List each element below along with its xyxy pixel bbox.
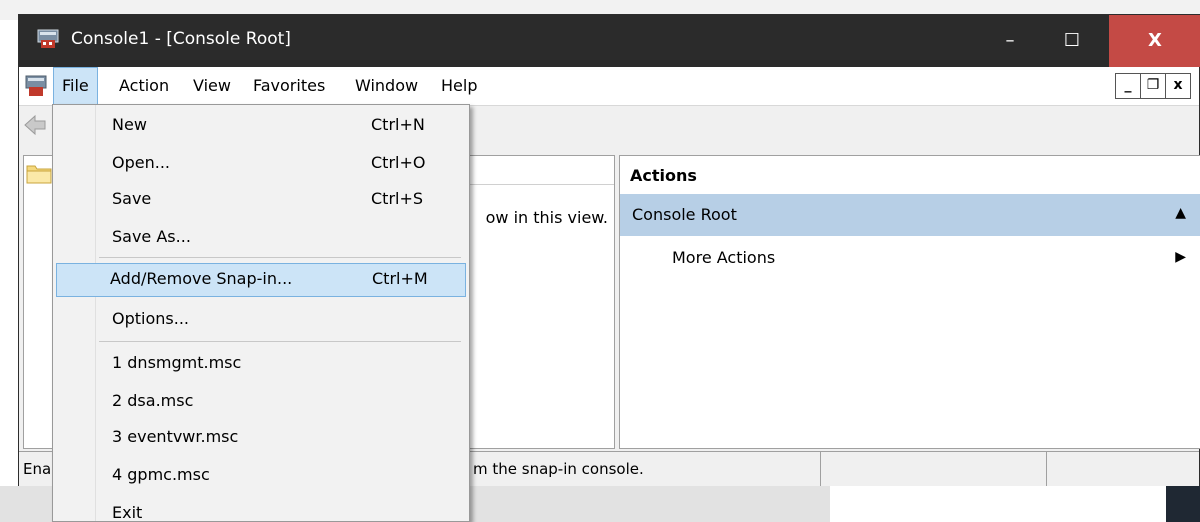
menu-item-label: New bbox=[112, 115, 147, 134]
menu-favorites[interactable]: Favorites bbox=[245, 67, 333, 105]
actions-section-label: Console Root bbox=[632, 205, 737, 224]
actions-pane: Actions Console Root ▲ More Actions ▶ bbox=[619, 155, 1200, 449]
maximize-button[interactable]: ☐ bbox=[1041, 15, 1103, 67]
collapse-up-icon[interactable]: ▲ bbox=[1175, 205, 1186, 221]
menu-item-shortcut: Ctrl+N bbox=[371, 115, 425, 134]
menu-item-add-remove-snap-in[interactable]: Add/Remove Snap-in... Ctrl+M bbox=[56, 263, 466, 297]
folder-icon[interactable] bbox=[26, 162, 52, 184]
mmc-app-icon bbox=[37, 29, 59, 48]
menu-item-shortcut: Ctrl+O bbox=[371, 153, 426, 172]
menu-item-label: Exit bbox=[112, 503, 143, 522]
window-title: Console1 - [Console Root] bbox=[71, 29, 291, 49]
mdi-minimize-button[interactable]: _ bbox=[1115, 73, 1141, 99]
mdi-child-controls: _ ❐ x bbox=[1115, 73, 1191, 99]
menu-item-recent-3[interactable]: 3 eventvwr.msc bbox=[56, 421, 466, 455]
more-actions-item[interactable]: More Actions bbox=[672, 248, 775, 267]
background-panel-right bbox=[1166, 486, 1200, 522]
menu-item-label: Save As... bbox=[112, 227, 191, 246]
menu-item-label: 4 gpmc.msc bbox=[112, 465, 210, 484]
menu-action[interactable]: Action bbox=[111, 67, 177, 105]
close-button[interactable]: X bbox=[1109, 15, 1200, 67]
file-menu-dropdown: New Ctrl+N Open... Ctrl+O Save Ctrl+S Sa… bbox=[52, 104, 470, 522]
actions-title: Actions bbox=[630, 166, 697, 185]
menu-item-exit[interactable]: Exit bbox=[56, 497, 466, 522]
menu-item-recent-1[interactable]: 1 dnsmgmt.msc bbox=[56, 347, 466, 381]
menu-view[interactable]: View bbox=[185, 67, 239, 105]
status-segment-3 bbox=[1047, 452, 1199, 486]
menu-item-open[interactable]: Open... Ctrl+O bbox=[56, 147, 466, 181]
menu-separator bbox=[99, 341, 461, 342]
menu-item-label: Add/Remove Snap-in... bbox=[110, 269, 293, 288]
minimize-button[interactable]: – bbox=[979, 15, 1041, 67]
menu-bar: File Action View Favorites Window Help _… bbox=[19, 67, 1199, 106]
actions-header: Actions bbox=[620, 156, 1200, 195]
menu-item-new[interactable]: New Ctrl+N bbox=[56, 109, 466, 143]
menu-item-label: Save bbox=[112, 189, 152, 208]
mdi-restore-button[interactable]: ❐ bbox=[1140, 73, 1166, 99]
actions-section-console-root[interactable]: Console Root ▲ bbox=[620, 194, 1200, 236]
menu-item-shortcut: Ctrl+S bbox=[371, 189, 424, 208]
submenu-arrow-icon[interactable]: ▶ bbox=[1175, 249, 1186, 265]
menu-help[interactable]: Help bbox=[433, 67, 485, 105]
mmc-system-menu-icon[interactable] bbox=[25, 75, 47, 97]
mdi-close-button[interactable]: x bbox=[1165, 73, 1191, 99]
menu-item-label: Options... bbox=[112, 309, 189, 328]
title-bar: Console1 - [Console Root] – ☐ X bbox=[19, 15, 1200, 67]
status-segment-2 bbox=[821, 452, 1047, 486]
menu-item-label: 1 dnsmgmt.msc bbox=[112, 353, 242, 372]
menu-item-label: 3 eventvwr.msc bbox=[112, 427, 239, 446]
menu-window[interactable]: Window bbox=[347, 67, 426, 105]
menu-item-save-as[interactable]: Save As... bbox=[56, 221, 466, 255]
menu-item-recent-2[interactable]: 2 dsa.msc bbox=[56, 385, 466, 419]
menu-item-recent-4[interactable]: 4 gpmc.msc bbox=[56, 459, 466, 493]
empty-view-message: ow in this view. bbox=[485, 208, 608, 227]
menu-item-label: 2 dsa.msc bbox=[112, 391, 194, 410]
menu-separator bbox=[99, 257, 461, 258]
menu-item-shortcut: Ctrl+M bbox=[372, 269, 428, 288]
menu-file[interactable]: File bbox=[53, 67, 98, 105]
menu-item-label: Open... bbox=[112, 153, 170, 172]
menu-item-options[interactable]: Options... bbox=[56, 303, 466, 337]
background-panel-mid bbox=[830, 486, 1166, 522]
menu-item-save[interactable]: Save Ctrl+S bbox=[56, 183, 466, 217]
back-arrow-icon[interactable] bbox=[23, 114, 47, 136]
